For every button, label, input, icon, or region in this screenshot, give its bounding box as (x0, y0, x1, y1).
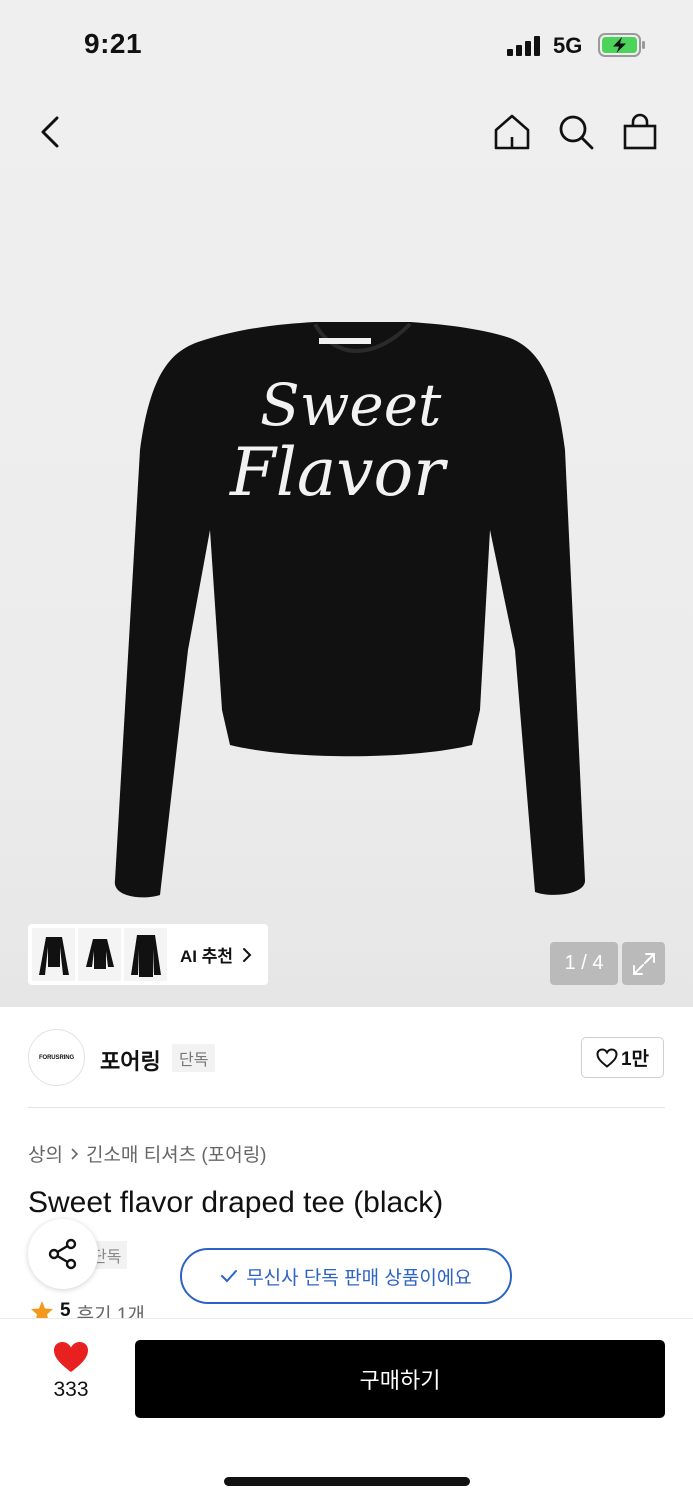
wishlist-button[interactable]: 333 (40, 1340, 102, 1418)
network-label: 5G (553, 33, 583, 58)
cart-button[interactable] (618, 110, 662, 154)
breadcrumb-item[interactable]: 상의 (28, 1140, 63, 1167)
check-icon (221, 1270, 238, 1283)
home-indicator (224, 1477, 470, 1486)
product-photo: Sweet Flavor (114, 322, 586, 898)
garment-text-line2: Flavor (229, 434, 448, 511)
buy-button[interactable]: 구매하기 (135, 1340, 665, 1418)
battery-charging-icon (598, 33, 645, 57)
ai-recommend-label: AI 추천 (180, 947, 234, 966)
signal-icon (507, 36, 540, 56)
toast-text: 무신사 단독 판매 상품이에요 (246, 1267, 472, 1289)
product-title: Sweet flavor draped tee (black) (28, 1186, 444, 1219)
share-button[interactable] (28, 1219, 98, 1289)
divider (28, 1107, 665, 1108)
image-counter: 1 / 4 (550, 942, 618, 985)
status-time: 9:21 (84, 28, 143, 59)
chevron-left-icon (41, 116, 59, 148)
status-bar: 9:21 5G (0, 0, 693, 95)
chevron-right-icon (71, 1147, 79, 1160)
heart-outline-icon (596, 1047, 618, 1068)
expand-button[interactable] (622, 942, 665, 985)
recommend-thumbnail[interactable] (32, 928, 75, 981)
search-icon (559, 115, 594, 150)
heart-filled-icon (54, 1342, 88, 1372)
brand-logo[interactable]: FORUSRING (28, 1029, 85, 1086)
brand-logo-text: FORUSRING (38, 1054, 75, 1061)
recommend-thumbnail[interactable] (78, 928, 121, 981)
ai-recommend-strip[interactable]: AI 추천 (28, 924, 268, 985)
breadcrumb-item[interactable]: 긴소매 티셔츠 (포어링) (86, 1140, 267, 1167)
shopping-bag-icon (623, 113, 657, 150)
chevron-right-icon (243, 947, 252, 962)
brand-like-button[interactable]: 1만 (581, 1037, 664, 1078)
share-icon (48, 1238, 77, 1270)
brand-like-count: 1만 (620, 1049, 650, 1070)
brand-exclusive-badge: 단독 (172, 1044, 216, 1072)
home-icon (494, 114, 530, 150)
home-button[interactable] (490, 110, 534, 154)
search-button[interactable] (554, 110, 598, 154)
brand-name[interactable]: 포어링 (100, 1044, 161, 1076)
expand-icon (632, 952, 655, 975)
exclusive-toast: 무신사 단독 판매 상품이에요 (180, 1248, 512, 1304)
garment-text-line1: Sweet (260, 371, 442, 439)
back-button[interactable] (28, 110, 72, 154)
wishlist-count: 333 (53, 1378, 89, 1401)
breadcrumb: 상의 긴소매 티셔츠 (포어링) (28, 1140, 267, 1167)
recommend-thumbnail[interactable] (124, 928, 167, 981)
